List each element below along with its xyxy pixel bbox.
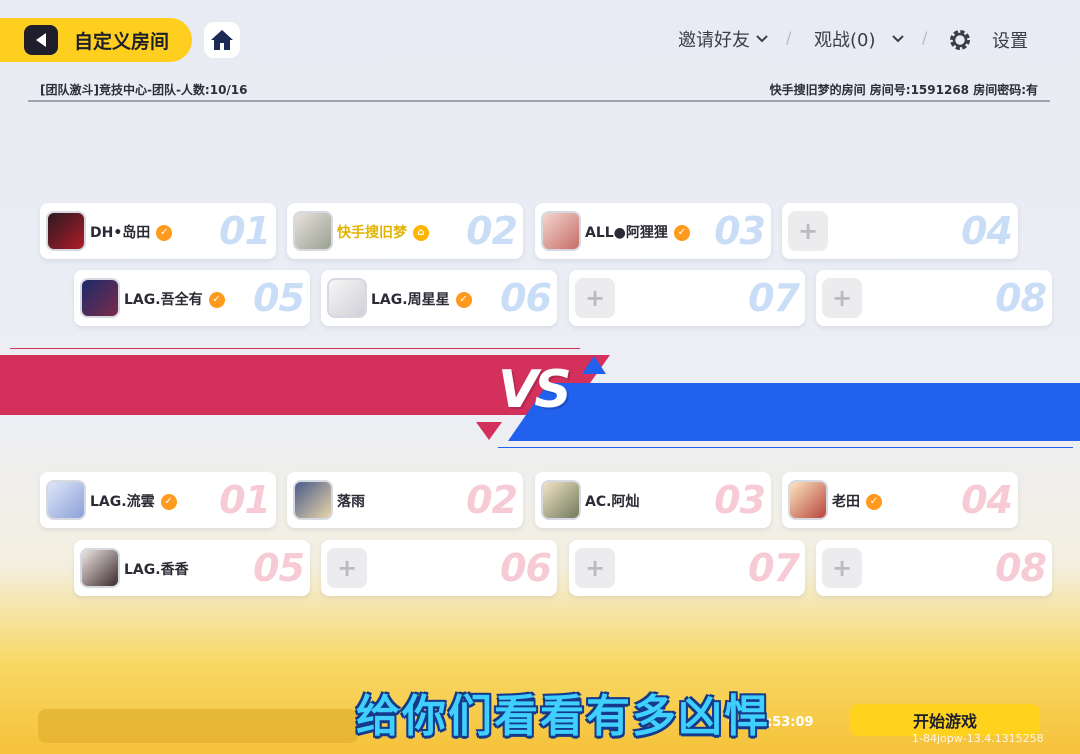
gear-icon — [950, 30, 970, 50]
blue-slot-6[interactable]: LAG.周星星 ✓ 06 — [321, 270, 557, 326]
red-slot-6[interactable]: + 06 — [321, 540, 557, 596]
slot-number: 06 — [500, 546, 552, 590]
chevron-down-icon — [756, 35, 768, 43]
page-title: 自定义房间 — [74, 30, 170, 53]
chevron-down-icon — [891, 35, 904, 43]
player-name: LAG.吾全有 ✓ — [124, 289, 225, 309]
spectate-dropdown[interactable]: 观战(0) — [814, 26, 904, 52]
back-arrow-icon — [36, 33, 46, 47]
avatar — [541, 480, 581, 520]
chat-input[interactable] — [38, 709, 358, 743]
back-button[interactable] — [24, 25, 58, 55]
slot-number: 05 — [253, 546, 305, 590]
player-name: DH•岛田 ✓ — [90, 222, 173, 242]
blue-slot-2[interactable]: 快手搜旧梦 ⌂ 02 — [287, 203, 523, 259]
plus-icon[interactable]: + — [575, 278, 615, 318]
slot-number: 08 — [995, 276, 1047, 320]
red-slot-1[interactable]: LAG.流雲 ✓ 01 — [40, 472, 276, 528]
slot-number: 02 — [466, 209, 518, 253]
player-name: 老田 ✓ — [832, 491, 882, 511]
room-mode-info: [团队激斗]竞技中心-团队-人数:10/16 — [40, 83, 248, 97]
invite-friends-dropdown[interactable]: 邀请好友 — [678, 26, 768, 52]
player-name: 快手搜旧梦 ⌂ — [337, 222, 429, 242]
avatar — [327, 278, 367, 318]
slot-number: 04 — [961, 209, 1013, 253]
player-name: LAG.周星星 ✓ — [371, 289, 472, 309]
room-info-bar: [团队激斗]竞技中心-团队-人数:10/16 快手搜旧梦的房间 房间号:1591… — [28, 76, 1050, 102]
red-slot-8[interactable]: + 08 — [816, 540, 1052, 596]
blue-slot-8[interactable]: + 08 — [816, 270, 1052, 326]
video-subtitle: 给你们看看有多凶悍 — [356, 691, 770, 742]
player-name: ALL●阿狸狸 ✓ — [585, 222, 690, 242]
verified-badge-icon: ✓ — [208, 292, 225, 308]
avatar — [293, 480, 333, 520]
slot-number: 08 — [995, 546, 1047, 590]
player-name: LAG.流雲 ✓ — [90, 491, 177, 511]
invite-label: 邀请好友 — [678, 30, 750, 51]
verified-badge-icon: ✓ — [156, 225, 173, 241]
red-slot-7[interactable]: + 07 — [569, 540, 805, 596]
plus-icon[interactable]: + — [575, 548, 615, 588]
avatar — [46, 211, 86, 251]
back-pill[interactable]: 自定义房间 — [0, 18, 192, 62]
avatar — [80, 548, 120, 588]
blue-team-band — [508, 383, 1080, 441]
verified-badge-icon: ✓ — [455, 292, 472, 308]
red-slot-5[interactable]: LAG.香香 05 — [74, 540, 310, 596]
home-icon — [211, 30, 233, 50]
divider: / — [922, 28, 928, 47]
slot-number: 02 — [466, 478, 518, 522]
player-name: LAG.香香 — [124, 562, 189, 578]
avatar — [541, 211, 581, 251]
blue-slot-1[interactable]: DH•岛田 ✓ 01 — [40, 203, 276, 259]
avatar — [80, 278, 120, 318]
blue-slot-3[interactable]: ALL●阿狸狸 ✓ 03 — [535, 203, 771, 259]
slot-number: 01 — [219, 478, 271, 522]
slot-number: 07 — [748, 276, 800, 320]
slot-number: 03 — [714, 478, 766, 522]
settings-button[interactable]: 设置 — [948, 27, 1028, 53]
slot-number: 01 — [219, 209, 271, 253]
version-text: 1-84jopw-13.4.1315258 — [912, 732, 1044, 745]
plus-icon[interactable]: + — [788, 211, 828, 251]
host-home-icon: ⌂ — [413, 225, 429, 241]
avatar — [788, 480, 828, 520]
slot-number: 03 — [714, 209, 766, 253]
home-button[interactable] — [204, 22, 240, 58]
verified-badge-icon: ✓ — [160, 494, 177, 510]
red-slot-3[interactable]: AC.阿灿 03 — [535, 472, 771, 528]
divider: / — [786, 28, 792, 47]
slot-number: 06 — [500, 276, 552, 320]
plus-icon[interactable]: + — [822, 548, 862, 588]
blue-band-line — [498, 447, 1073, 448]
verified-badge-icon: ✓ — [866, 494, 882, 510]
blue-slot-7[interactable]: + 07 — [569, 270, 805, 326]
player-name: 落雨 — [337, 494, 365, 510]
blue-slot-4[interactable]: + 04 — [782, 203, 1018, 259]
red-slot-2[interactable]: 落雨 02 — [287, 472, 523, 528]
spectate-label: 观战(0) — [814, 30, 876, 51]
triangle-decoration — [476, 422, 502, 440]
avatar — [293, 211, 333, 251]
slot-number: 04 — [961, 478, 1013, 522]
avatar — [46, 480, 86, 520]
player-name: AC.阿灿 — [585, 494, 640, 510]
plus-icon[interactable]: + — [822, 278, 862, 318]
slot-number: 07 — [748, 546, 800, 590]
blue-slot-5[interactable]: LAG.吾全有 ✓ 05 — [74, 270, 310, 326]
red-band-line — [10, 348, 580, 349]
vs-logo: VS — [498, 360, 572, 420]
triangle-decoration — [582, 356, 606, 374]
slot-number: 05 — [253, 276, 305, 320]
red-slot-4[interactable]: 老田 ✓ 04 — [782, 472, 1018, 528]
settings-label: 设置 — [992, 31, 1028, 52]
plus-icon[interactable]: + — [327, 548, 367, 588]
room-id-info: 快手搜旧梦的房间 房间号:1591268 房间密码:有 — [769, 83, 1038, 97]
verified-badge-icon: ✓ — [673, 225, 690, 241]
